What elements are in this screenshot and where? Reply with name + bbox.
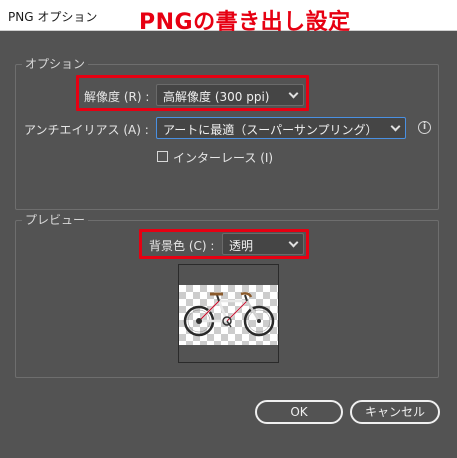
resolution-value: 高解像度 (300 ppi) [163, 90, 270, 104]
preview-frame [178, 264, 279, 363]
title-bar: PNG オプション PNGの書き出し設定 [0, 0, 457, 35]
preview-section-label: プレビュー [22, 211, 89, 228]
resolution-select[interactable]: 高解像度 (300 ppi) [156, 84, 304, 106]
bicycle-image [183, 292, 275, 337]
antialias-select[interactable]: アートに最適（スーパーサンプリング） [156, 117, 406, 139]
antialias-value: アートに最適（スーパーサンプリング） [163, 123, 378, 137]
background-value: 透明 [229, 239, 254, 253]
cancel-button[interactable]: キャンセル [350, 400, 440, 424]
resolution-label: 解像度 (R) : [84, 90, 150, 104]
interlace-checkbox[interactable] [157, 151, 168, 162]
chevron-down-icon [288, 88, 299, 99]
png-options-dialog: オプション 解像度 (R) : 高解像度 (300 ppi) アンチエイリアス … [0, 31, 457, 458]
chevron-down-icon [288, 237, 299, 248]
options-section-label: オプション [22, 55, 89, 72]
ok-button[interactable]: OK [255, 400, 343, 424]
background-label: 背景色 (C) : [149, 239, 215, 253]
interlace-label[interactable]: インターレース (I) [173, 149, 273, 166]
info-icon[interactable]: i [418, 121, 431, 134]
background-select[interactable]: 透明 [222, 233, 304, 255]
antialias-label: アンチエイリアス (A) : [24, 123, 149, 137]
window-title: PNG オプション [8, 10, 98, 24]
chevron-down-icon [390, 121, 401, 132]
